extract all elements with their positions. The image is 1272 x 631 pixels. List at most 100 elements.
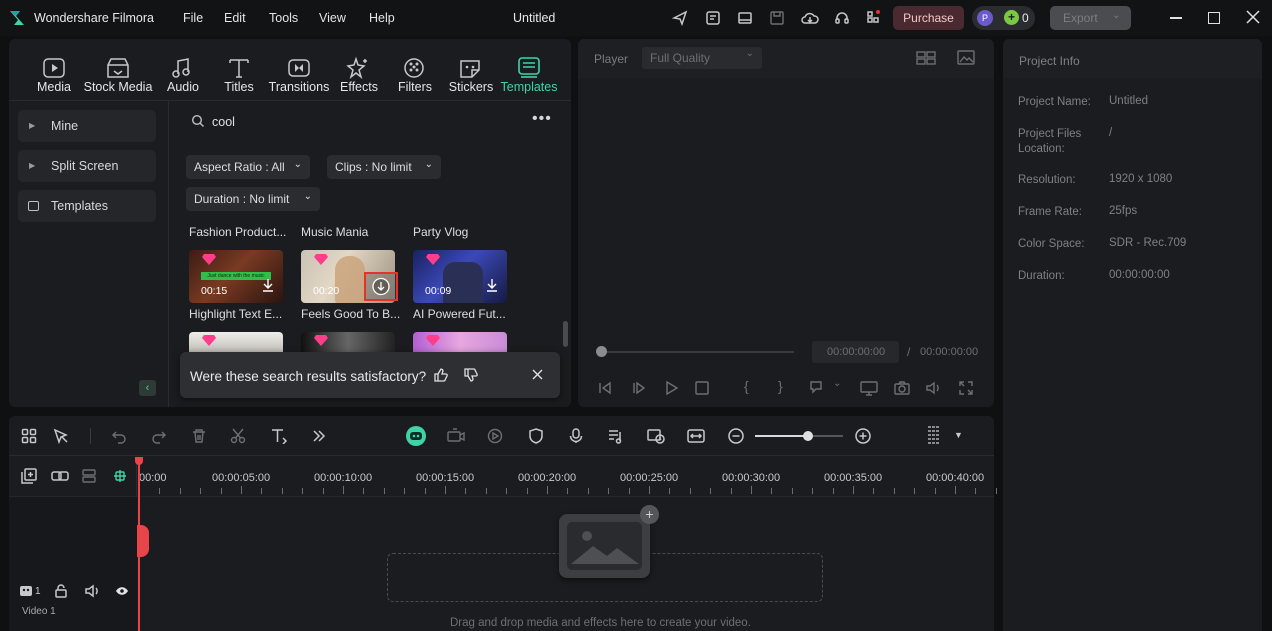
link-icon[interactable] [51,469,69,483]
next-frame-icon[interactable] [631,380,647,396]
visibility-eye-icon[interactable] [115,585,129,597]
record-screen-icon[interactable] [446,428,466,444]
snap-magnet-icon[interactable] [112,468,128,484]
mark-out-icon[interactable]: } [778,378,783,394]
mark-in-icon[interactable]: { [744,378,749,394]
delete-icon[interactable] [191,428,207,444]
zoom-in-icon[interactable] [855,428,871,444]
text-tool-icon[interactable] [270,428,288,444]
more-tools-icon[interactable] [311,428,327,444]
auto-sync-icon[interactable] [647,428,665,444]
thumbs-up-icon[interactable] [433,367,449,383]
menu-edit[interactable]: Edit [224,11,246,25]
title-T-icon[interactable] [225,56,253,80]
clips-filter[interactable]: Clips : No limit ⌄ [327,155,441,179]
aspect-ratio-filter[interactable]: Aspect Ratio : All ⌄ [186,155,310,179]
undo-icon[interactable] [111,428,127,444]
chevron-down-icon[interactable]: ⌄ [833,378,841,389]
save-icon[interactable] [769,10,785,26]
player-scrubber-handle[interactable] [596,346,607,357]
layout-icon[interactable] [737,10,753,26]
fullscreen-icon[interactable] [958,380,974,396]
tab-stock-media[interactable]: Stock Media [83,80,153,94]
tab-titles[interactable]: Titles [222,80,256,94]
more-options-icon[interactable]: ••• [532,110,552,128]
playhead-head[interactable] [135,457,143,465]
download-icon[interactable] [486,278,498,292]
ai-assistant-icon[interactable] [406,426,426,446]
tab-filters[interactable]: Filters [396,80,434,94]
close-button[interactable] [1246,10,1260,24]
compare-view-icon[interactable] [916,51,936,65]
media-icon[interactable] [40,56,68,80]
download-icon[interactable] [262,278,274,292]
tab-templates[interactable]: Templates [500,80,558,94]
menu-help[interactable]: Help [369,11,395,25]
library-scrollbar[interactable] [563,321,568,347]
quality-dropdown[interactable]: Full Quality ⌄ [642,47,762,69]
sidebar-item-templates[interactable]: Templates [18,190,156,222]
stop-icon[interactable] [695,381,709,395]
redo-icon[interactable] [151,428,167,444]
thumbs-down-icon[interactable] [463,367,479,383]
collapse-sidebar-button[interactable]: ‹ [139,380,156,396]
send-icon[interactable] [672,10,688,26]
shield-icon[interactable] [528,428,544,444]
tab-stickers[interactable]: Stickers [448,80,494,94]
minimize-button[interactable] [1170,17,1182,19]
play-icon[interactable] [663,380,679,396]
layout-grid-icon[interactable] [21,428,37,444]
menu-tools[interactable]: Tools [269,11,298,25]
zoom-out-icon[interactable] [728,428,744,444]
previous-frame-icon[interactable] [597,380,613,396]
purchase-button[interactable]: Purchase [893,6,964,30]
sidebar-item-mine[interactable]: ▶ Mine [18,110,156,142]
fit-timeline-icon[interactable] [687,428,705,444]
sidebar-item-split-screen[interactable]: ▶ Split Screen [18,150,156,182]
tab-transitions[interactable]: Transitions [268,80,330,94]
stock-media-icon[interactable] [104,56,132,80]
tab-media[interactable]: Media [36,80,72,94]
playhead-track-marker[interactable] [137,525,149,557]
drop-media-icon[interactable] [559,514,650,578]
duration-filter[interactable]: Duration : No limit ⌄ [186,187,320,211]
tab-audio[interactable]: Audio [163,80,203,94]
player-scrubber-track[interactable] [607,351,794,353]
filters-icon[interactable] [400,56,428,80]
chevron-down-icon[interactable]: ▼ [954,430,963,440]
transitions-icon[interactable] [285,56,313,80]
menu-file[interactable]: File [183,11,203,25]
track-settings-icon[interactable] [926,425,942,447]
close-popup-icon[interactable] [532,369,543,380]
select-tool-icon[interactable] [53,428,69,444]
zoom-slider-handle[interactable] [803,431,813,441]
avatar[interactable]: P [977,10,993,26]
search-icon[interactable] [191,114,205,128]
audio-mix-icon[interactable] [607,428,625,444]
music-note-icon[interactable] [168,56,196,80]
volume-icon[interactable] [925,380,943,396]
stickers-icon[interactable] [456,56,484,80]
snapshot-view-icon[interactable] [957,50,975,66]
lock-icon[interactable] [54,584,68,598]
export-button[interactable]: Export ⌄ [1050,6,1131,30]
audio-toggle-icon[interactable] [85,584,101,598]
templates-feedback-icon[interactable] [705,10,721,26]
search-input[interactable]: cool [212,115,235,129]
effects-sparkle-icon[interactable] [344,56,372,80]
templates-icon[interactable] [515,56,543,80]
marker-icon[interactable] [808,380,824,396]
camera-icon[interactable] [894,380,910,396]
add-media-plus-icon[interactable]: + [640,505,659,524]
video-track-icon[interactable] [19,584,35,598]
add-track-icon[interactable] [21,468,37,484]
play-range-icon[interactable] [487,428,503,444]
download-icon-highlighted[interactable] [364,272,398,301]
cloud-icon[interactable] [801,10,819,26]
tab-effects[interactable]: Effects [338,80,380,94]
apps-grid-icon[interactable] [866,9,882,25]
microphone-icon[interactable] [568,428,584,444]
headset-icon[interactable] [834,10,850,26]
display-icon[interactable] [860,380,878,396]
menu-view[interactable]: View [319,11,346,25]
